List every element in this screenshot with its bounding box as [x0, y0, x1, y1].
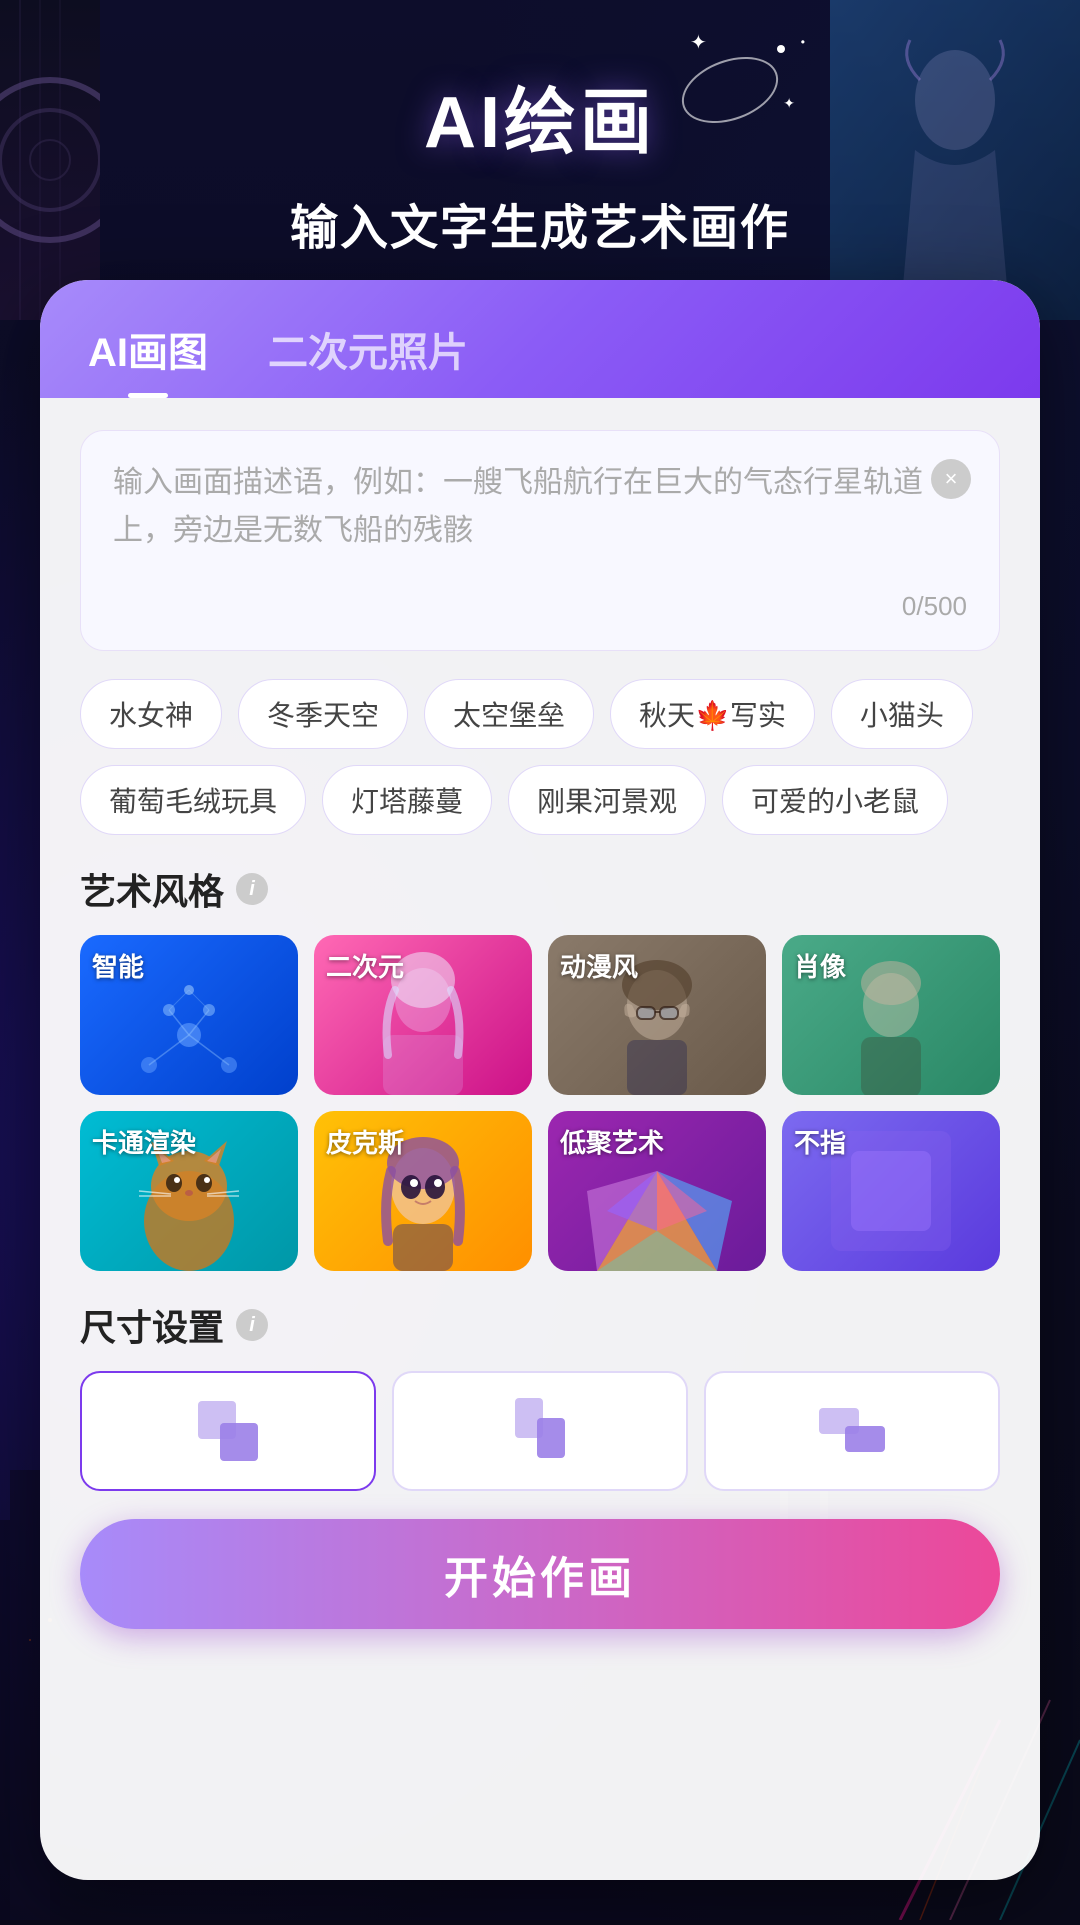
text-input-clear-button[interactable]: ×	[931, 459, 971, 499]
style-manga[interactable]: 动漫风	[548, 935, 766, 1095]
tab-ai-draw[interactable]: AI画图	[88, 320, 208, 398]
tag-cute-mouse[interactable]: 可爱的小老鼠	[722, 765, 948, 835]
start-painting-button[interactable]: 开始作画	[80, 1519, 1000, 1629]
text-input-area[interactable]: 输入画面描述语，例如：一艘飞船航行在巨大的气态行星轨道上，旁边是无数飞船的残骸 …	[80, 430, 1000, 651]
tags-row-2: 葡萄毛绒玩具 灯塔藤蔓 刚果河景观 可爱的小老鼠	[80, 765, 1000, 835]
card-content: 输入画面描述语，例如：一艘飞船航行在巨大的气态行星轨道上，旁边是无数飞船的残骸 …	[40, 398, 1040, 1868]
tag-winter-sky[interactable]: 冬季天空	[238, 679, 408, 749]
tag-kitten[interactable]: 小猫头	[831, 679, 973, 749]
size-settings-title: 尺寸设置 i	[80, 1299, 1000, 1351]
size-square-icon	[193, 1396, 263, 1466]
header-subtitle: 输入文字生成艺术画作	[290, 188, 790, 258]
tag-space-fortress[interactable]: 太空堡垒	[424, 679, 594, 749]
style-pixel[interactable]: 皮克斯	[314, 1111, 532, 1271]
header-title: AI绘画	[424, 63, 656, 168]
orbit-decoration: ✦ ✦ •	[680, 40, 800, 120]
art-style-title: 艺术风格 i	[80, 863, 1000, 915]
art-style-info-icon[interactable]: i	[236, 873, 268, 905]
style-nospec[interactable]: 不指	[782, 1111, 1000, 1271]
tab-anime-photo[interactable]: 二次元照片	[268, 320, 468, 398]
style-lowpoly[interactable]: 低聚艺术	[548, 1111, 766, 1271]
tag-autumn-realistic[interactable]: 秋天🍁写实	[610, 679, 815, 749]
text-input-count: 0/500	[113, 591, 967, 622]
main-card: AI画图 二次元照片 输入画面描述语，例如：一艘飞船航行在巨大的气态行星轨道上，…	[40, 280, 1040, 1880]
size-landscape[interactable]	[704, 1371, 1000, 1491]
tabs-container: AI画图 二次元照片	[88, 320, 992, 398]
text-input-placeholder: 输入画面描述语，例如：一艘飞船航行在巨大的气态行星轨道上，旁边是无数飞船的残骸	[113, 459, 967, 579]
tag-congo-landscape[interactable]: 刚果河景观	[508, 765, 706, 835]
tags-row-1: 水女神 冬季天空 太空堡垒 秋天🍁写实 小猫头	[80, 679, 1000, 749]
size-portrait[interactable]	[392, 1371, 688, 1491]
style-portrait[interactable]: 肖像	[782, 935, 1000, 1095]
size-info-icon[interactable]: i	[236, 1309, 268, 1341]
size-grid	[80, 1371, 1000, 1491]
tag-grape-plush[interactable]: 葡萄毛绒玩具	[80, 765, 306, 835]
tag-water-goddess[interactable]: 水女神	[80, 679, 222, 749]
style-grid-row2: 卡通渲染	[80, 1111, 1000, 1271]
size-landscape-icon	[817, 1396, 887, 1466]
style-cartoon[interactable]: 卡通渲染	[80, 1111, 298, 1271]
style-anime[interactable]: 二次元	[314, 935, 532, 1095]
style-smart[interactable]: 智能	[80, 935, 298, 1095]
size-portrait-icon	[505, 1396, 575, 1466]
header: ✦ ✦ • AI绘画 输入文字生成艺术画作	[0, 0, 1080, 320]
style-grid-row1: 智能	[80, 935, 1000, 1095]
size-square[interactable]	[80, 1371, 376, 1491]
tag-lighthouse-vine[interactable]: 灯塔藤蔓	[322, 765, 492, 835]
